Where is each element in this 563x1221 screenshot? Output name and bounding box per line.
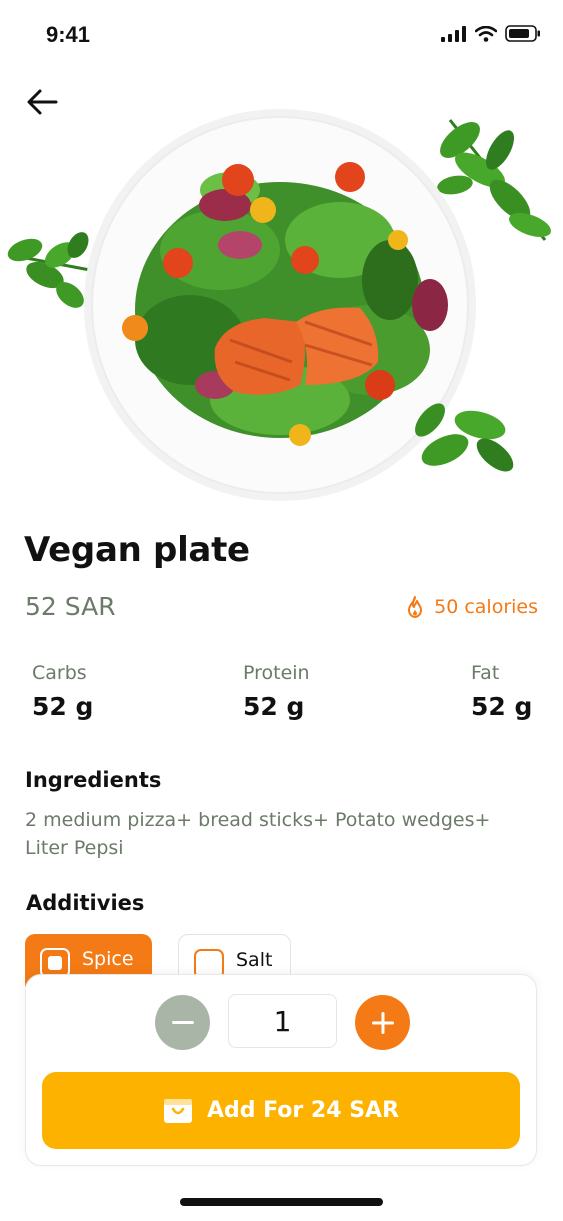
- calories-badge: 50 calories: [404, 595, 538, 619]
- shopping-bag-icon: [163, 1098, 192, 1123]
- nutrition-value: 52 g: [471, 692, 533, 721]
- ingredients-title: Ingredients: [25, 768, 162, 792]
- nutrition-fat: Fat 52 g: [471, 662, 532, 721]
- ingredients-text: 2 medium pizza+ bread sticks+ Potato wed…: [25, 809, 491, 859]
- home-indicator: [180, 1198, 383, 1206]
- additive-label: Salt: [236, 949, 273, 971]
- nutrition-value: 52 g: [243, 692, 305, 721]
- flame-icon: [408, 596, 423, 618]
- signal-icon: [441, 25, 466, 42]
- additive-label: Spice: [82, 948, 134, 970]
- nutrition-label: Fat: [471, 662, 500, 684]
- battery-icon: [505, 25, 540, 42]
- status-bar: 9:41: [0, 0, 563, 72]
- dish-price: 52 SAR: [25, 592, 116, 621]
- nutrition-value: 52 g: [32, 692, 94, 721]
- minus-icon: [171, 1020, 194, 1024]
- dish-title: Vegan plate: [24, 530, 250, 570]
- status-icons: [441, 25, 541, 42]
- add-to-cart-label: Add For 24 SAR: [206, 1098, 400, 1123]
- dish-image: [7, 109, 551, 501]
- nutrition-label: Carbs: [32, 662, 87, 684]
- wifi-icon: [475, 25, 497, 42]
- status-time: 9:41: [46, 22, 91, 47]
- herb-garnish-bottom-right: [415, 403, 514, 472]
- herb-garnish-left: [7, 232, 91, 308]
- quantity-field[interactable]: 1: [228, 994, 337, 1048]
- decrease-quantity-button[interactable]: [155, 995, 210, 1050]
- increase-quantity-button[interactable]: [355, 995, 410, 1050]
- cart-panel: 1 Add For 24 SAR: [25, 974, 537, 1166]
- additives-title: Additivies: [26, 891, 145, 915]
- nutrition-label: Protein: [243, 662, 310, 684]
- plus-icon: [371, 1011, 394, 1034]
- calories-label: 50 calories: [434, 596, 538, 618]
- add-to-cart-button[interactable]: Add For 24 SAR: [42, 1072, 520, 1149]
- nutrition-carbs: Carbs 52 g: [32, 662, 93, 721]
- nutrition-protein: Protein 52 g: [243, 662, 310, 721]
